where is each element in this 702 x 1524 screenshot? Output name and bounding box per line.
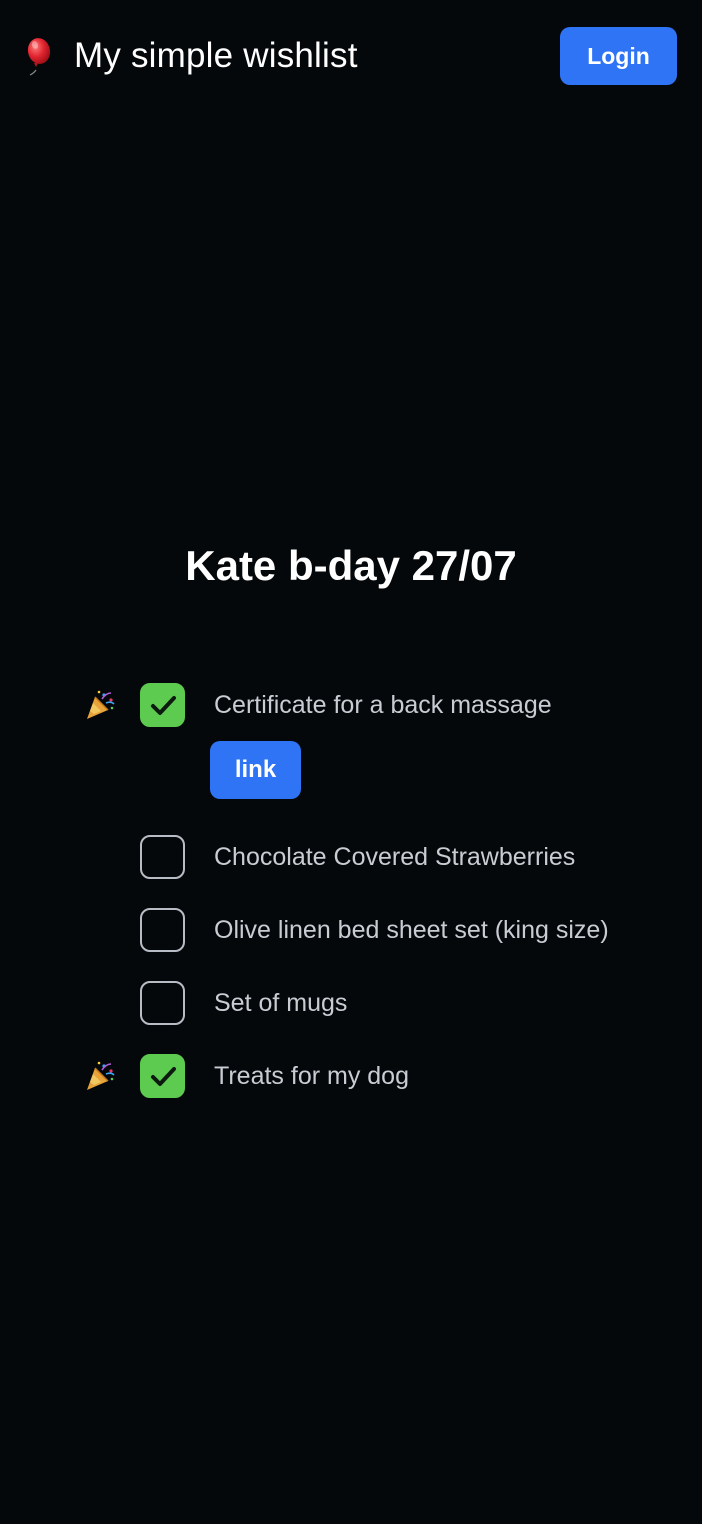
- list-item: Certificate for a back massage: [0, 683, 702, 727]
- list-item: Olive linen bed sheet set (king size): [0, 908, 702, 952]
- item-checkbox[interactable]: [140, 835, 185, 879]
- list-item: Treats for my dog: [0, 1054, 702, 1098]
- item-checkbox[interactable]: [140, 908, 185, 952]
- app-header: My simple wishlist Login: [0, 0, 702, 112]
- wishlist-title: Kate b-day 27/07: [185, 542, 517, 589]
- item-checkbox-checked[interactable]: [140, 683, 185, 727]
- party-popper-icon: [84, 1060, 116, 1092]
- item-checkbox-checked[interactable]: [140, 1054, 185, 1098]
- item-checkbox[interactable]: [140, 981, 185, 1025]
- login-button[interactable]: Login: [560, 27, 677, 85]
- item-link-button[interactable]: link: [210, 741, 301, 799]
- brand: My simple wishlist: [24, 34, 358, 78]
- list-item: Set of mugs: [0, 981, 702, 1025]
- item-label: Treats for my dog: [214, 1062, 409, 1090]
- item-label: Certificate for a back massage: [214, 691, 552, 719]
- item-label: Set of mugs: [214, 989, 348, 1017]
- list-item: Chocolate Covered Strawberries: [0, 835, 702, 879]
- item-label: Chocolate Covered Strawberries: [214, 843, 576, 871]
- app-title: My simple wishlist: [74, 36, 358, 75]
- item-label: Olive linen bed sheet set (king size): [214, 916, 609, 944]
- balloon-icon: [24, 36, 58, 76]
- party-popper-icon: [84, 689, 116, 721]
- check-icon: [151, 696, 176, 715]
- check-icon: [151, 1067, 176, 1086]
